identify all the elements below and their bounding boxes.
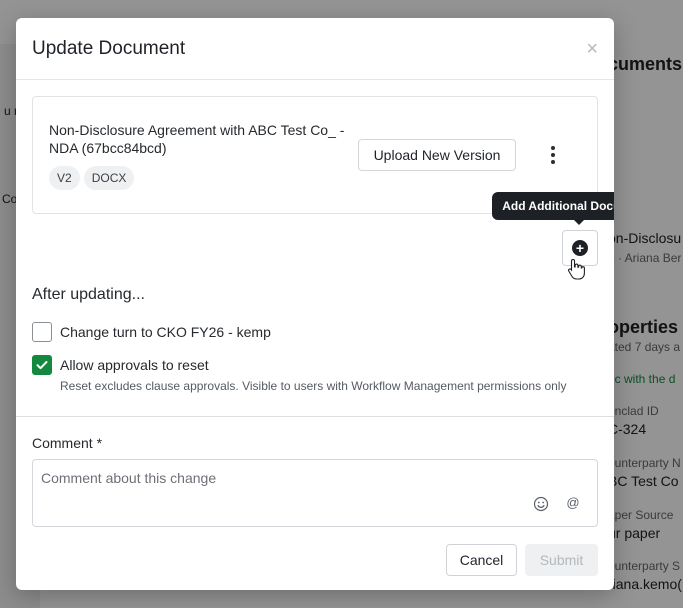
allow-approvals-reset-option[interactable]: Allow approvals to reset	[32, 355, 209, 375]
modal-header: Update Document ×	[16, 18, 614, 80]
modal-title: Update Document	[32, 37, 186, 59]
document-chips: V2 DOCX	[49, 166, 135, 190]
update-document-modal: Update Document × Non-Disclosure Agreeme…	[16, 18, 614, 590]
more-options-icon[interactable]	[543, 139, 563, 171]
change-turn-label: Change turn to CKO FY26 - kemp	[60, 324, 271, 340]
change-turn-option[interactable]: Change turn to CKO FY26 - kemp	[32, 322, 271, 342]
upload-new-version-button[interactable]: Upload New Version	[358, 139, 516, 171]
add-documents-tooltip: Add Additional Documents	[492, 192, 614, 225]
comment-input[interactable]	[41, 470, 521, 486]
allow-approvals-reset-label: Allow approvals to reset	[60, 357, 209, 373]
emoji-icon[interactable]	[533, 496, 549, 512]
section-divider	[16, 416, 614, 417]
mention-icon[interactable]: @	[565, 495, 581, 511]
close-button[interactable]: ×	[586, 39, 598, 59]
document-name: Non-Disclosure Agreement with ABC Test C…	[49, 122, 345, 156]
hand-pointer-icon	[568, 258, 585, 280]
version-chip: V2	[49, 166, 80, 190]
comment-label: Comment *	[32, 435, 103, 451]
allow-approvals-reset-checkbox[interactable]	[32, 355, 52, 375]
change-turn-checkbox[interactable]	[32, 322, 52, 342]
check-icon	[36, 361, 48, 370]
plus-circle-icon: +	[572, 240, 588, 256]
comment-box[interactable]: @	[32, 459, 598, 527]
file-type-chip: DOCX	[83, 166, 135, 190]
cancel-button[interactable]: Cancel	[446, 544, 517, 576]
reset-hint-text: Reset excludes clause approvals. Visible…	[60, 379, 567, 393]
after-updating-heading: After updating...	[32, 286, 145, 303]
submit-button[interactable]: Submit	[525, 544, 598, 576]
